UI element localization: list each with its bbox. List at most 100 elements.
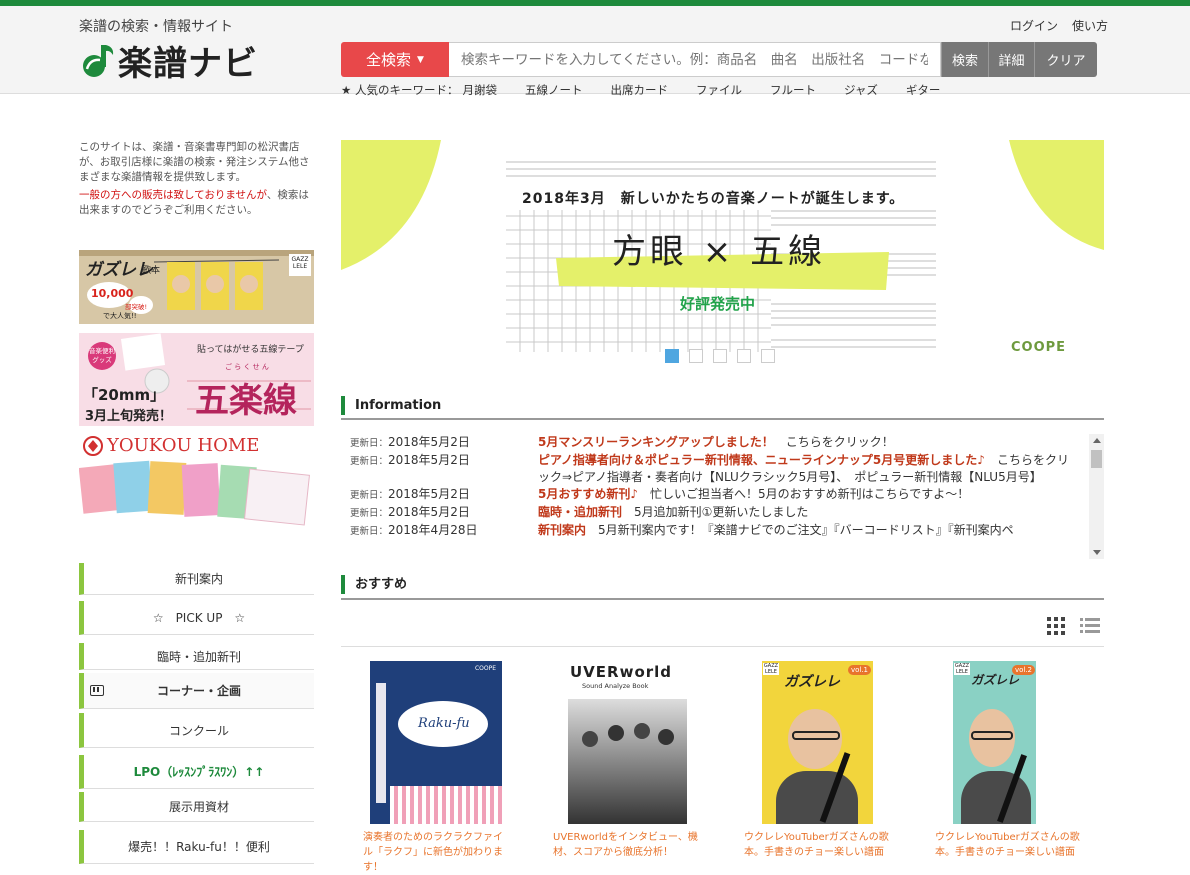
list-view-icon[interactable] (1080, 617, 1100, 635)
keyword-link[interactable]: フルート (770, 82, 816, 98)
grid-view-icon[interactable] (1047, 617, 1065, 635)
scroll-thumb[interactable] (1091, 450, 1102, 468)
banner-count-suffix: 部突破! (125, 303, 148, 311)
keyword-link[interactable]: 出席カード (610, 82, 668, 98)
advanced-search-button[interactable]: 詳細 (988, 42, 1034, 77)
info-title-link[interactable]: 5月マンスリーランキングアップしました！ (538, 435, 774, 449)
info-title-link[interactable]: 5月おすすめ新刊♪ (538, 487, 638, 501)
sidebar-menu-extra-releases[interactable]: 臨時・追加新刊 (79, 643, 314, 670)
info-title-link[interactable]: 臨時・追加新刊 (538, 505, 622, 519)
date-prefix: 更新日： (350, 508, 389, 519)
info-body: 5月追加新刊①更新いたしました (622, 505, 809, 519)
date-prefix: 更新日： (350, 438, 389, 449)
section-divider (341, 418, 1104, 420)
product-brand: COOPE (474, 665, 496, 672)
section-divider (341, 598, 1104, 600)
carousel-dot-active[interactable] (665, 349, 679, 363)
scroll-up-arrow-icon[interactable] (1093, 438, 1101, 443)
popular-keywords-label: ★ 人気のキーワード： (341, 83, 459, 97)
keyword-link[interactable]: 五線ノート (525, 82, 583, 98)
info-scrollbar[interactable] (1089, 434, 1104, 559)
search-input[interactable] (449, 42, 941, 77)
keyword-link[interactable]: ジャズ (844, 82, 878, 98)
sidebar-menu-corner[interactable]: コーナー・企画 (79, 673, 314, 709)
info-item[interactable]: 5月マンスリーランキングアップしました！ こちらをクリック！ (538, 434, 1073, 452)
info-body: 5月新刊案内です！『楽譜ナビでのご注文』『バーコードリスト』『新刊案内ペ (586, 523, 1014, 537)
info-item[interactable]: ピアノ指導者向け＆ポピュラー新刊情報、ニューラインナップ5月号更新しました♪ こ… (538, 452, 1073, 486)
caret-down-icon: ▼ (417, 54, 424, 65)
product-card[interactable]: COOPE Raku-fu 演奏者のためのラクラクファイル「ラクフ」に新色が加わ… (363, 661, 533, 875)
banner-tag: 音楽便利グッズ (89, 347, 115, 364)
carousel-dot[interactable] (713, 349, 727, 363)
product-card[interactable]: GAZZ LELE ガズレレ vol.1 ウクレレYouTuberガズさんの歌本… (744, 661, 914, 860)
banner-badge: GAZZ LELE (291, 256, 309, 270)
product-card[interactable]: GAZZ LELE ガズレレ vol.2 ウクレレYouTuberガズさんの歌本… (935, 661, 1105, 860)
search-button[interactable]: 検索 (941, 42, 988, 77)
search-scope-dropdown[interactable]: 全検索 ▼ (341, 42, 449, 77)
info-date: 更新日：2018年5月2日 (341, 434, 538, 452)
menu-label: コーナー・企画 (156, 684, 241, 698)
carousel-indicators (665, 349, 775, 363)
product-caption[interactable]: 演奏者のためのラクラクファイル「ラクフ」に新色が加わります！ (363, 830, 508, 875)
menu-label: コンクール (168, 723, 229, 738)
date-prefix: 更新日： (350, 490, 389, 501)
banner-ruby: ご ら く せ ん (225, 363, 269, 371)
keyword-link[interactable]: ギター (906, 82, 941, 98)
carousel-dot[interactable] (689, 349, 703, 363)
product-caption[interactable]: UVERworldをインタビュー、機材、スコアから徹底分析！ (553, 830, 703, 860)
keyword-link[interactable]: ファイル (696, 82, 742, 98)
product-cover-title: Raku-fu (418, 716, 470, 731)
sidebar-menu-contest[interactable]: コンクール (79, 713, 314, 748)
info-title-link[interactable]: ピアノ指導者向け＆ポピュラー新刊情報、ニューラインナップ5月号更新しました♪ (538, 453, 985, 467)
banner-big-title: 五楽線 (195, 381, 297, 421)
hero-title: 方眼 × 五線 (612, 232, 827, 272)
product-cover-title: ガズレレ (784, 674, 840, 690)
howto-link[interactable]: 使い方 (1072, 17, 1108, 34)
date-prefix: 更新日： (350, 526, 389, 537)
piano-icon (90, 685, 104, 696)
top-nav: ログイン 使い方 (1010, 17, 1108, 34)
product-caption[interactable]: ウクレレYouTuberガズさんの歌本。手書きのチョー楽しい譜面 (935, 830, 1080, 860)
banner-title: YOUKOU HOME (107, 435, 260, 456)
info-row: 更新日：2018年5月2日 5月マンスリーランキングアップしました！ こちらをク… (341, 434, 1089, 452)
product-cover[interactable]: COOPE Raku-fu (370, 661, 502, 824)
carousel-dot[interactable] (761, 349, 775, 363)
sidebar-menu-new-releases[interactable]: 新刊案内 (79, 563, 314, 595)
date-value: 2018年5月2日 (388, 487, 470, 501)
sidebar-menu-lpo[interactable]: LPO（ﾚｯｽﾝﾌﾟﾗｽﾜﾝ）↑↑ (79, 755, 314, 789)
product-caption[interactable]: ウクレレYouTuberガズさんの歌本。手書きのチョー楽しい譜面 (744, 830, 894, 860)
banner-line2: 「20mm」 (83, 386, 166, 404)
information-heading: Information (341, 396, 1104, 415)
product-cover[interactable]: GAZZ LELE ガズレレ vol.2 (953, 661, 1036, 824)
youkou-home-banner[interactable]: YOUKOU HOME (79, 432, 314, 530)
info-item[interactable]: 5月おすすめ新刊♪ 忙しいご担当者へ！5月のおすすめ新刊はこちらですよ～！ (538, 486, 1073, 504)
scroll-down-arrow-icon[interactable] (1093, 550, 1101, 555)
search-scope-label: 全検索 (366, 51, 412, 69)
info-body: 忙しいご担当者へ！5月のおすすめ新刊はこちらですよ～！ (638, 487, 970, 501)
sidebar-menu-rakufu[interactable]: 爆売！！Raku-fu！！便利 (79, 830, 314, 864)
sidebar-menu-pickup[interactable]: ☆ PICK UP ☆ (79, 601, 314, 635)
product-badge: GAZZ LELE (954, 663, 970, 675)
info-item[interactable]: 臨時・追加新刊 5月追加新刊①更新いたしました (538, 504, 1073, 522)
site-header: 楽譜の検索・情報サイト 楽譜ナビ ログイン 使い方 全検索 ▼ 検索 詳細 クリ… (0, 6, 1190, 97)
product-cover[interactable]: UVERworld Sound Analyze Book (568, 661, 687, 824)
login-link[interactable]: ログイン (1010, 17, 1058, 34)
product-card[interactable]: UVERworld Sound Analyze Book UVERworldをイ… (553, 661, 723, 860)
gazzlele-banner[interactable]: ガズレレ 歌本 GAZZ LELE 10,000 部突破! で大人気!! (79, 250, 314, 324)
info-item[interactable]: 新刊案内 5月新刊案内です！『楽譜ナビでのご注文』『バーコードリスト』『新刊案内… (538, 522, 1073, 540)
sidebar-menu-display-materials[interactable]: 展示用資材 (79, 792, 314, 822)
site-logo[interactable]: 楽譜ナビ (80, 36, 258, 85)
product-vol: vol.2 (1011, 665, 1035, 675)
clear-button[interactable]: クリア (1034, 42, 1097, 77)
info-title-link[interactable]: 新刊案内 (538, 523, 586, 537)
logo-text: 楽譜ナビ (118, 44, 258, 84)
menu-label: 臨時・追加新刊 (156, 649, 241, 664)
music-note-icon (80, 43, 116, 79)
hero-carousel[interactable]: 2018年3月 新しいかたちの音楽ノートが誕生します。 方眼 × 五線 好評発売… (341, 140, 1104, 381)
product-cover[interactable]: GAZZ LELE ガズレレ vol.1 (762, 661, 873, 824)
gorakusen-banner[interactable]: 音楽便利グッズ 貼ってはがせる五線テープ 「20mm」 3月上旬発売！ ご ら … (79, 333, 314, 426)
info-body: こちらをクリック！ (773, 435, 894, 449)
date-value: 2018年4月28日 (388, 523, 478, 537)
keyword-link[interactable]: 月謝袋 (462, 82, 497, 98)
carousel-dot[interactable] (737, 349, 751, 363)
